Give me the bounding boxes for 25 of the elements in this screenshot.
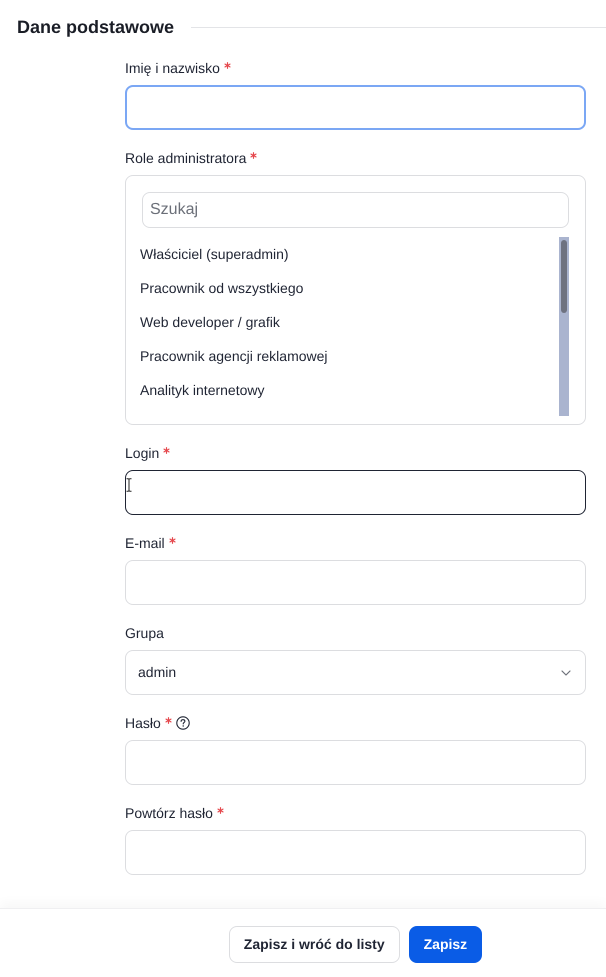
list-option[interactable]: Pracownik od wszystkiego <box>140 271 559 305</box>
input-field[interactable] <box>125 470 586 515</box>
field-label: Imię i nazwisko <box>125 59 220 78</box>
field-label: Powtórz hasło <box>125 804 213 823</box>
scrollbar-thumb[interactable] <box>561 240 567 313</box>
list-option[interactable]: Pracownik agencji reklamowej <box>140 339 559 373</box>
list-option[interactable]: Właściciel (superadmin) <box>140 237 559 271</box>
list-option[interactable]: Analityk internetowy <box>140 373 559 407</box>
section-title: Dane podstawowe <box>17 16 174 38</box>
select-field[interactable]: admin <box>125 650 586 695</box>
field-label: Login <box>125 444 160 463</box>
field-label: Grupa <box>125 624 164 643</box>
save-and-return-button[interactable]: Zapisz i wróć do listy <box>228 926 400 963</box>
field-label: E-mail <box>125 534 165 553</box>
scrollbar-track[interactable] <box>559 237 569 416</box>
search-field[interactable]: Szukaj <box>142 192 569 228</box>
field-label: Role administratora <box>125 149 246 168</box>
chevron-down-icon <box>561 670 571 676</box>
select-value: admin <box>138 663 178 682</box>
list-option[interactable]: Web developer / grafik <box>140 305 559 339</box>
text-cursor-icon <box>126 478 132 492</box>
save-button[interactable]: Zapisz <box>408 926 482 963</box>
help-icon[interactable] <box>176 716 190 730</box>
input-field[interactable] <box>125 85 586 130</box>
field-label: Hasło <box>125 714 161 733</box>
